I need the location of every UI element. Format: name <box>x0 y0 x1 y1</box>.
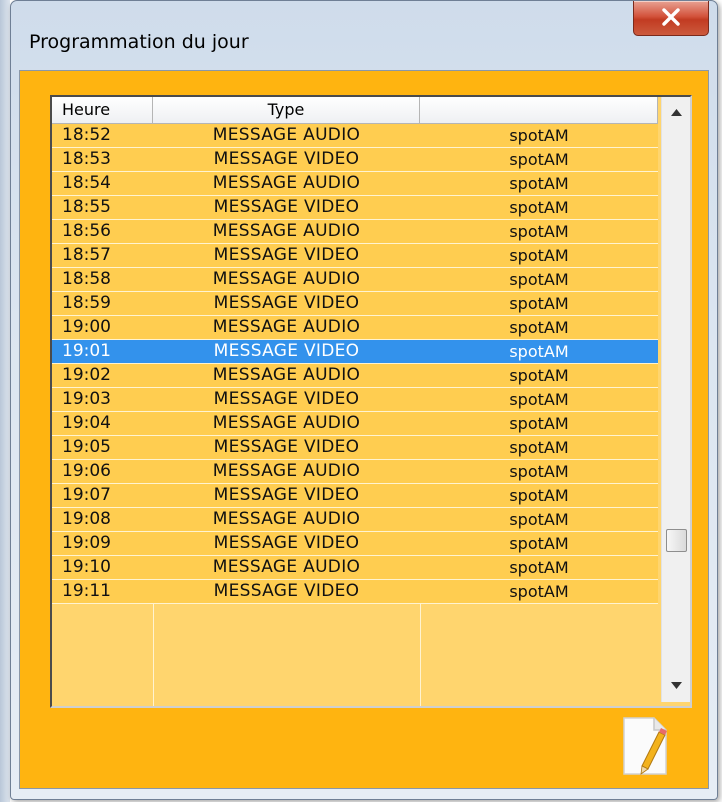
table-row[interactable]: 19:07 MESSAGE VIDEO spotAM <box>52 484 658 508</box>
window-title: Programmation du jour <box>29 31 249 53</box>
type-cell: MESSAGE AUDIO <box>212 365 361 385</box>
table-row[interactable]: 18:58 MESSAGE AUDIO spotAM <box>52 268 658 292</box>
source-cell: spotAM <box>509 438 569 457</box>
table-row[interactable]: 19:01 MESSAGE VIDEO spotAM <box>52 340 658 364</box>
table-row[interactable]: 19:10 MESSAGE AUDIO spotAM <box>52 556 658 580</box>
source-cell: spotAM <box>509 510 569 529</box>
type-cell: MESSAGE VIDEO <box>213 197 360 217</box>
type-cell: MESSAGE VIDEO <box>213 149 360 169</box>
type-cell: MESSAGE VIDEO <box>213 341 360 361</box>
source-cell: spotAM <box>509 294 569 313</box>
type-cell: MESSAGE AUDIO <box>212 413 361 433</box>
type-cell: MESSAGE VIDEO <box>213 581 360 601</box>
type-cell: MESSAGE VIDEO <box>213 485 360 505</box>
column-header-source[interactable] <box>420 97 658 123</box>
close-x-icon <box>662 8 680 26</box>
time-cell: 19:02 <box>62 365 111 385</box>
time-cell: 19:06 <box>62 461 111 481</box>
time-cell: 18:52 <box>62 125 111 145</box>
client-area: Heure Type 18:52 MESSAGE AUDIO spotAM 18:53… <box>19 70 709 789</box>
time-cell: 18:58 <box>62 269 111 289</box>
source-cell: spotAM <box>509 414 569 433</box>
table-row[interactable]: 18:54 MESSAGE AUDIO spotAM <box>52 172 658 196</box>
type-cell: MESSAGE AUDIO <box>212 317 361 337</box>
table-row[interactable]: 18:57 MESSAGE VIDEO spotAM <box>52 244 658 268</box>
source-cell: spotAM <box>509 198 569 217</box>
schedule-list[interactable]: Heure Type 18:52 MESSAGE AUDIO spotAM 18:53… <box>50 95 692 708</box>
source-cell: spotAM <box>509 462 569 481</box>
time-cell: 19:09 <box>62 533 111 553</box>
type-cell: MESSAGE VIDEO <box>213 293 360 313</box>
source-cell: spotAM <box>509 174 569 193</box>
type-cell: MESSAGE AUDIO <box>212 269 361 289</box>
source-cell: spotAM <box>509 390 569 409</box>
edit-document-icon <box>623 717 667 775</box>
table-row[interactable]: 18:59 MESSAGE VIDEO spotAM <box>52 292 658 316</box>
list-header: Heure Type <box>52 97 658 124</box>
table-row[interactable]: 19:00 MESSAGE AUDIO spotAM <box>52 316 658 340</box>
list-rows: 18:52 MESSAGE AUDIO spotAM 18:53 MESSAGE VID… <box>52 124 658 604</box>
source-cell: spotAM <box>509 486 569 505</box>
table-row[interactable]: 19:02 MESSAGE AUDIO spotAM <box>52 364 658 388</box>
time-cell: 19:10 <box>62 557 111 577</box>
scrollbar-thumb[interactable] <box>666 529 687 552</box>
type-cell: MESSAGE VIDEO <box>213 389 360 409</box>
time-cell: 18:53 <box>62 149 111 169</box>
type-cell: MESSAGE VIDEO <box>213 533 360 553</box>
table-row[interactable]: 18:52 MESSAGE AUDIO spotAM <box>52 124 658 148</box>
column-header-type[interactable]: Type <box>153 97 420 123</box>
table-row[interactable]: 19:04 MESSAGE AUDIO spotAM <box>52 412 658 436</box>
type-cell: MESSAGE AUDIO <box>212 173 361 193</box>
time-cell: 18:59 <box>62 293 111 313</box>
type-cell: MESSAGE VIDEO <box>213 437 360 457</box>
source-cell: spotAM <box>509 150 569 169</box>
chevron-up-icon[interactable] <box>671 109 682 116</box>
source-cell: spotAM <box>509 222 569 241</box>
time-cell: 18:56 <box>62 221 111 241</box>
desktop-background <box>0 0 10 802</box>
type-cell: MESSAGE AUDIO <box>212 221 361 241</box>
column-header-heure[interactable]: Heure <box>52 97 153 123</box>
table-row[interactable]: 19:06 MESSAGE AUDIO spotAM <box>52 460 658 484</box>
table-row[interactable]: 19:08 MESSAGE AUDIO spotAM <box>52 508 658 532</box>
vertical-scrollbar[interactable] <box>661 97 690 702</box>
time-cell: 19:03 <box>62 389 111 409</box>
time-cell: 19:07 <box>62 485 111 505</box>
chevron-down-icon[interactable] <box>671 682 682 689</box>
source-cell: spotAM <box>509 366 569 385</box>
source-cell: spotAM <box>509 126 569 145</box>
time-cell: 19:11 <box>62 581 111 601</box>
time-cell: 19:08 <box>62 509 111 529</box>
close-button[interactable] <box>633 1 709 36</box>
table-row[interactable]: 18:53 MESSAGE VIDEO spotAM <box>52 148 658 172</box>
time-cell: 18:55 <box>62 197 111 217</box>
edit-button[interactable] <box>620 716 670 776</box>
type-cell: MESSAGE VIDEO <box>213 245 360 265</box>
type-cell: MESSAGE AUDIO <box>212 509 361 529</box>
type-cell: MESSAGE AUDIO <box>212 557 361 577</box>
table-row[interactable]: 19:09 MESSAGE VIDEO spotAM <box>52 532 658 556</box>
dialog-window: Programmation du jour Heure Type 18:52 ME… <box>10 0 718 800</box>
time-cell: 19:04 <box>62 413 111 433</box>
table-row[interactable]: 19:11 MESSAGE VIDEO spotAM <box>52 580 658 604</box>
table-row[interactable]: 18:55 MESSAGE VIDEO spotAM <box>52 196 658 220</box>
type-cell: MESSAGE AUDIO <box>212 461 361 481</box>
time-cell: 19:00 <box>62 317 111 337</box>
table-row[interactable]: 19:03 MESSAGE VIDEO spotAM <box>52 388 658 412</box>
source-cell: spotAM <box>509 582 569 601</box>
table-row[interactable]: 18:56 MESSAGE AUDIO spotAM <box>52 220 658 244</box>
time-cell: 19:05 <box>62 437 111 457</box>
source-cell: spotAM <box>509 270 569 289</box>
source-cell: spotAM <box>509 534 569 553</box>
time-cell: 18:54 <box>62 173 111 193</box>
table-row[interactable]: 19:05 MESSAGE VIDEO spotAM <box>52 436 658 460</box>
time-cell: 18:57 <box>62 245 111 265</box>
source-cell: spotAM <box>509 318 569 337</box>
source-cell: spotAM <box>509 342 569 361</box>
source-cell: spotAM <box>509 558 569 577</box>
type-cell: MESSAGE AUDIO <box>212 125 361 145</box>
time-cell: 19:01 <box>62 341 111 361</box>
source-cell: spotAM <box>509 246 569 265</box>
